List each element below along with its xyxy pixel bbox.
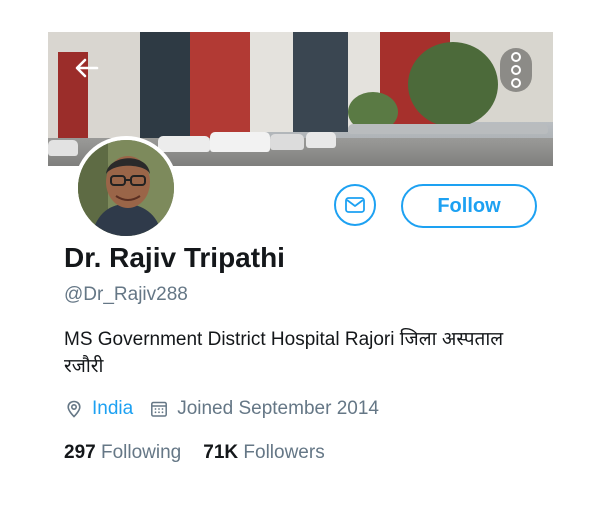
more-options-button[interactable] — [500, 48, 532, 92]
envelope-icon — [345, 197, 365, 213]
more-vertical-icon — [511, 52, 521, 62]
location-pin-icon — [64, 399, 84, 419]
more-dot — [511, 78, 521, 88]
following-count: 297 — [64, 442, 96, 463]
back-button[interactable] — [72, 54, 102, 84]
followers-stat[interactable]: 71K Followers — [203, 442, 324, 464]
more-dot — [511, 65, 521, 75]
banner-car — [158, 136, 210, 152]
banner-car — [48, 140, 78, 156]
profile-stats: 297 Following 71K Followers — [64, 442, 325, 464]
following-label: Following — [100, 442, 182, 463]
location-link[interactable]: India — [92, 398, 133, 420]
profile-name: Dr. Rajiv Tripathi — [64, 242, 285, 273]
profile-meta: India Joined September 2014 — [64, 398, 379, 420]
followers-label: Followers — [243, 442, 325, 463]
banner-cars-row — [348, 124, 548, 134]
profile-handle: @Dr_Rajiv288 — [64, 284, 188, 305]
banner-car — [306, 132, 336, 148]
avatar[interactable] — [74, 136, 178, 240]
banner-car — [210, 132, 270, 152]
calendar-icon — [149, 399, 169, 419]
joined-date: Joined September 2014 — [177, 398, 379, 419]
banner-building-glass-2 — [293, 32, 348, 132]
banner-car — [270, 134, 304, 150]
followers-count: 71K — [203, 442, 239, 463]
arrow-left-icon — [75, 58, 99, 78]
banner-tree — [408, 42, 498, 127]
follow-button[interactable]: Follow — [401, 184, 537, 228]
avatar-photo — [78, 140, 174, 236]
following-stat[interactable]: 297 Following — [64, 442, 181, 464]
banner-building-glass — [140, 32, 190, 142]
message-button[interactable] — [334, 184, 376, 226]
profile-bio: MS Government District Hospital Rajori ज… — [64, 329, 504, 377]
profile-card: Follow Dr. Rajiv Tripathi @Dr_Rajiv288 M… — [48, 32, 553, 492]
banner-building-red — [190, 32, 250, 142]
